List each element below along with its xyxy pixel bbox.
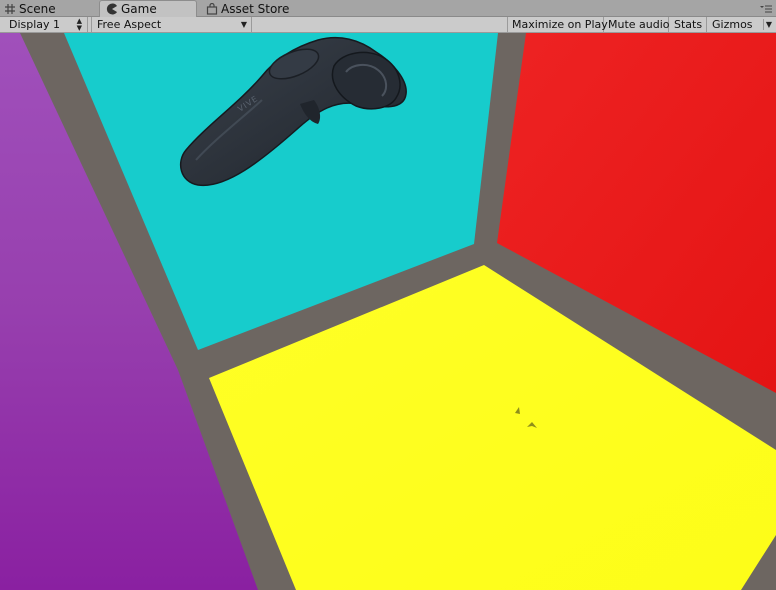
display-dropdown[interactable]: Display 1 ▲ ▼	[0, 17, 88, 32]
tab-asset-store-label: Asset Store	[221, 2, 290, 16]
mute-audio-label: Mute audio	[608, 18, 670, 31]
panel-menu-icon[interactable]	[759, 4, 773, 14]
unity-game-window: Scene Game Asset Store Display 1 ▲ ▼ Free…	[0, 0, 776, 590]
stats-label: Stats	[674, 18, 703, 31]
game-toolbar: Display 1 ▲ ▼ Free Aspect ▼ Maximize on P…	[0, 17, 776, 33]
mute-audio-toggle[interactable]: Mute audio	[604, 17, 670, 32]
gizmos-label: Gizmos	[712, 18, 753, 31]
aspect-dropdown[interactable]: Free Aspect ▼	[91, 17, 252, 32]
stepper-arrows-icon: ▲ ▼	[76, 17, 82, 32]
gizmos-toggle[interactable]: Gizmos ▼	[707, 17, 776, 32]
stats-toggle[interactable]: Stats	[669, 17, 707, 32]
game-render: VIVE	[0, 33, 776, 590]
tab-asset-store[interactable]: Asset Store	[206, 1, 316, 17]
maximize-on-play-toggle[interactable]: Maximize on Play	[507, 17, 608, 32]
tab-scene-label: Scene	[19, 2, 56, 16]
chevron-down-icon: ▼	[240, 20, 247, 29]
aspect-dropdown-label: Free Aspect	[97, 18, 162, 31]
shopping-bag-icon	[206, 3, 218, 15]
game-viewport[interactable]: VIVE	[0, 33, 776, 590]
pacman-icon	[106, 3, 117, 15]
tab-game-label: Game	[121, 2, 157, 16]
tab-strip: Scene Game Asset Store	[0, 0, 776, 17]
maximize-on-play-label: Maximize on Play	[512, 18, 608, 31]
grid-icon	[5, 4, 15, 14]
gizmos-separator	[763, 19, 764, 30]
tab-game[interactable]: Game	[99, 0, 197, 17]
gizmos-dropdown-icon[interactable]: ▼	[766, 17, 772, 32]
display-dropdown-label: Display 1	[9, 18, 61, 31]
tab-scene[interactable]: Scene	[4, 1, 96, 17]
